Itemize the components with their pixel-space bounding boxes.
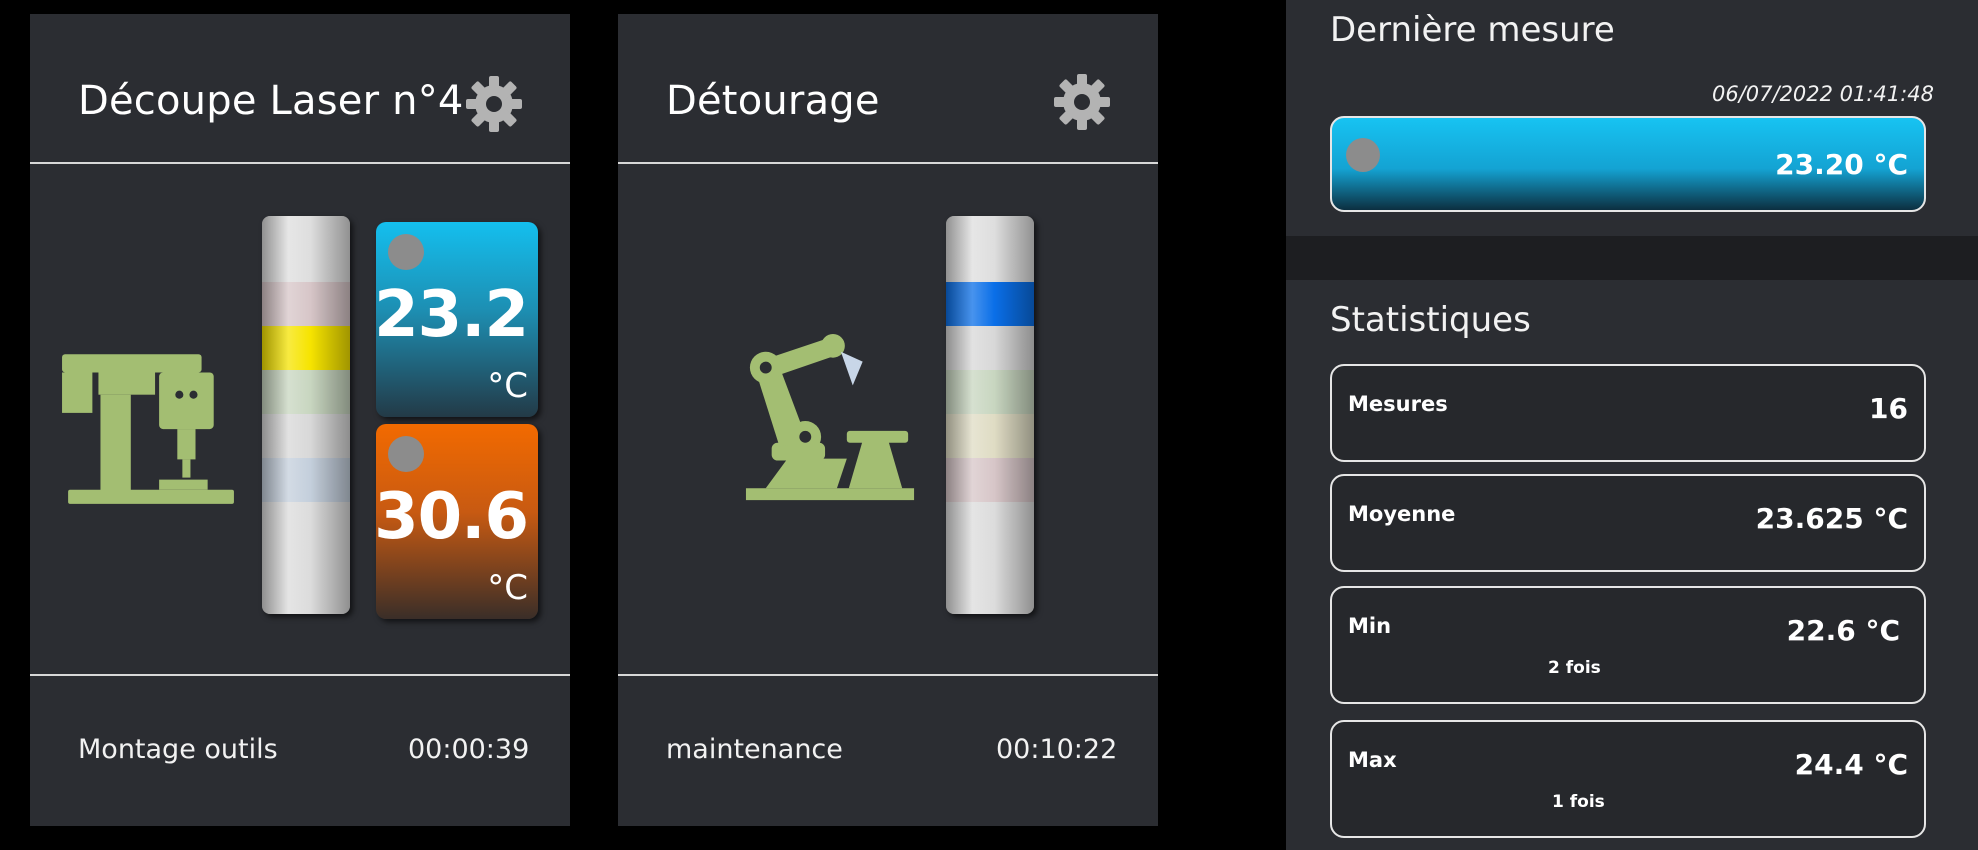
stat-row-moyenne: Moyenne 23.625 °C bbox=[1330, 474, 1926, 572]
machine-status: maintenance bbox=[666, 734, 843, 765]
stat-value: 22.6 °C bbox=[1786, 614, 1900, 647]
temperature-value: 23.2 bbox=[376, 278, 529, 352]
signal-tower bbox=[946, 216, 1034, 614]
gear-icon[interactable] bbox=[462, 72, 526, 136]
robot-arm-icon bbox=[745, 333, 915, 501]
stat-occurrences: 2 fois bbox=[1548, 658, 1601, 678]
statistics-heading: Statistiques bbox=[1330, 300, 1531, 340]
stat-row-max: Max 24.4 °C 1 fois bbox=[1330, 720, 1926, 838]
panel-separator bbox=[1286, 236, 1978, 280]
last-measure-value: 23.20 °C bbox=[1775, 148, 1908, 181]
last-measure-heading: Dernière mesure bbox=[1330, 10, 1615, 50]
card-divider bbox=[618, 674, 1158, 676]
temperature-tile-2[interactable]: 30.6 °C bbox=[376, 424, 538, 619]
stat-label: Mesures bbox=[1348, 392, 1448, 416]
temperature-tile-1[interactable]: 23.2 °C bbox=[376, 222, 538, 417]
status-dot-icon bbox=[1346, 138, 1380, 172]
card-divider bbox=[618, 162, 1158, 164]
stat-value: 16 bbox=[1869, 392, 1908, 425]
gear-icon[interactable] bbox=[1050, 70, 1114, 134]
temperature-value: 30.6 bbox=[376, 480, 529, 554]
card-divider bbox=[30, 674, 570, 676]
machine-title: Découpe Laser n°4 bbox=[78, 78, 464, 124]
last-measure-timestamp: 06/07/2022 01:41:48 bbox=[1711, 82, 1934, 106]
card-divider bbox=[30, 162, 570, 164]
last-measure-panel: Dernière mesure 06/07/2022 01:41:48 23.2… bbox=[1286, 0, 1978, 236]
stat-value: 23.625 °C bbox=[1755, 502, 1908, 535]
temperature-unit: °C bbox=[487, 568, 528, 608]
machine-status: Montage outils bbox=[78, 734, 278, 765]
stat-value: 24.4 °C bbox=[1794, 748, 1908, 781]
temperature-unit: °C bbox=[487, 366, 528, 406]
stat-occurrences: 1 fois bbox=[1552, 792, 1605, 812]
signal-tower bbox=[262, 216, 350, 614]
status-dot-icon bbox=[388, 436, 424, 472]
stat-label: Min bbox=[1348, 614, 1392, 638]
stat-label: Max bbox=[1348, 748, 1397, 772]
stat-label: Moyenne bbox=[1348, 502, 1456, 526]
stat-row-min: Min 22.6 °C 2 fois bbox=[1330, 586, 1926, 704]
status-dot-icon bbox=[388, 234, 424, 270]
statistics-panel: Statistiques Mesures 16 Moyenne 23.625 °… bbox=[1286, 280, 1978, 850]
machine-card-laser[interactable]: Découpe Laser n°4 23.2 °C 30.6 °C Montag… bbox=[30, 14, 570, 826]
machine-timer: 00:00:39 bbox=[408, 734, 530, 765]
machine-title: Détourage bbox=[666, 78, 880, 124]
last-measure-bar[interactable]: 23.20 °C bbox=[1330, 116, 1926, 212]
drill-press-icon bbox=[62, 354, 234, 504]
stat-row-mesures: Mesures 16 bbox=[1330, 364, 1926, 462]
machine-card-detourage[interactable]: Détourage maintenance 00:10:22 bbox=[618, 14, 1158, 826]
machine-timer: 00:10:22 bbox=[996, 734, 1118, 765]
